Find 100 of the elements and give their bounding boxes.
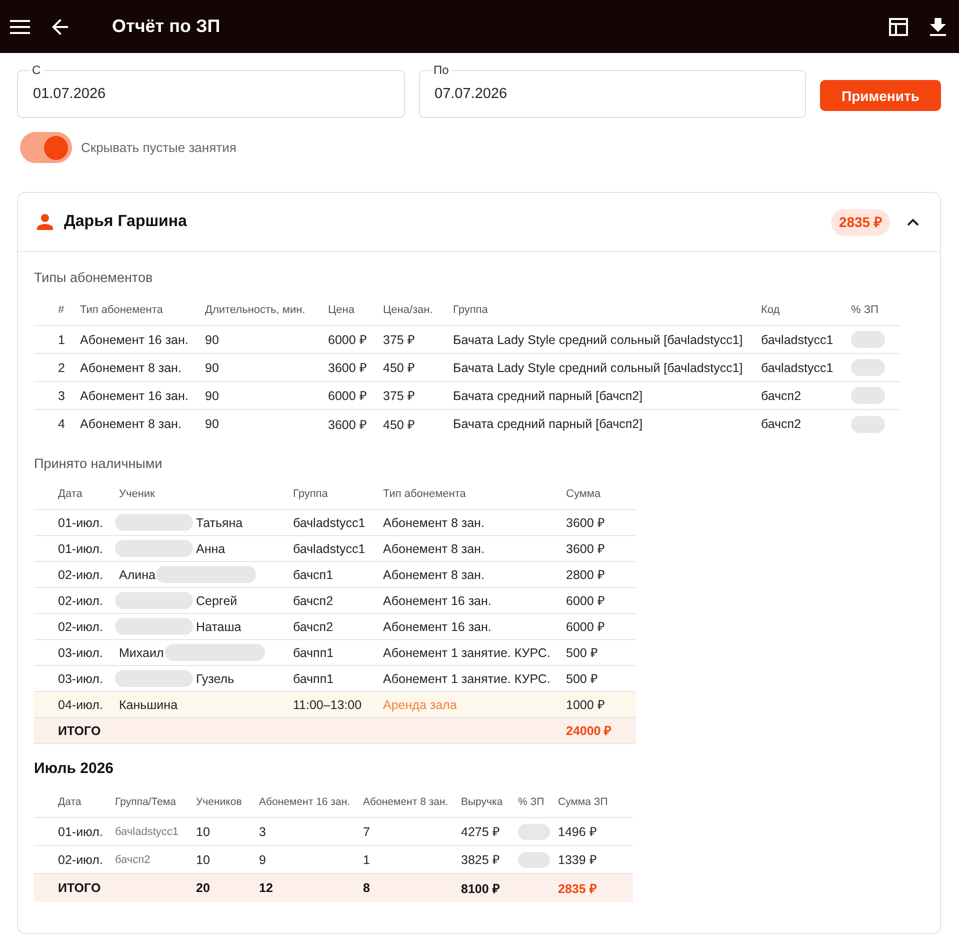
table-cell-text: бачсп2: [760, 388, 802, 404]
table-cell-text: Абонемент 8 зан.: [382, 566, 486, 584]
table-cell-text: 8100 ₽: [460, 880, 500, 898]
column-header: Выручка: [460, 796, 504, 808]
toggle-switch[interactable]: [20, 132, 72, 163]
student-name: Татьяна: [196, 516, 243, 530]
table-cell-text: 2835 ₽: [557, 880, 598, 898]
table-cell-text: 11:00–13:00: [292, 696, 363, 714]
table-cell-text: Абонемент 16 зан.: [382, 618, 492, 636]
smudge-icon: [156, 566, 256, 583]
table-cell-text: 01-июл.: [57, 540, 104, 558]
table-cell-text: 20: [195, 880, 211, 897]
back-arrow-icon[interactable]: [52, 18, 68, 34]
table-cell-text: 01-июл.: [57, 514, 104, 532]
table-cell-text: бачсп2: [114, 852, 152, 868]
table-cell-text: 04-июл.: [57, 696, 104, 714]
student-name: Алина: [119, 568, 156, 582]
table-cell-text: 03-июл.: [57, 644, 104, 662]
column-header: Учеников: [195, 796, 243, 808]
column-header: Абонемент 8 зан.: [362, 796, 450, 808]
download-icon[interactable]: [930, 18, 946, 36]
table-cell-text: Абонемент 8 зан.: [382, 514, 486, 532]
table-cell-text: Абонемент 8 зан.: [79, 416, 182, 433]
page-title: Отчёт по ЗП: [112, 16, 220, 37]
date-input[interactable]: 07.07.2026: [434, 77, 790, 111]
table-cell-text: 90: [204, 360, 220, 376]
table-cell-text: 9: [258, 852, 267, 868]
student-name: Гузель: [196, 672, 234, 686]
table-cell-text: бачladstycc1: [292, 514, 366, 532]
table-cell-text: бачсп2: [760, 416, 802, 433]
table-cell-text: Аренда зала: [382, 696, 458, 714]
table-cell-text: 6000 ₽: [327, 388, 368, 405]
smudge-icon: [115, 514, 193, 531]
table-cell-text: 02-июл.: [57, 566, 104, 584]
table-cell-text: 10: [195, 852, 211, 868]
section-title: Принято наличными: [34, 456, 164, 472]
table-cell-text: 6000 ₽: [565, 619, 606, 636]
student-name: Анна: [196, 542, 226, 556]
table-cell-text: 450 ₽: [382, 360, 416, 377]
employee-name: Дарья Гаршина: [64, 213, 187, 231]
field-label: По: [432, 63, 450, 77]
column-header: Тип абонемента: [382, 488, 467, 500]
table-cell-text: 2: [57, 360, 66, 376]
column-header: Группа: [292, 488, 329, 500]
table-cell-text: 1496 ₽: [557, 824, 598, 841]
section-title: Июль 2026: [34, 760, 115, 778]
table-cell-text: 375 ₽: [382, 332, 416, 349]
table-cell-text: 10: [195, 824, 211, 840]
column-header: Ученик: [118, 488, 156, 500]
column-header: Дата: [57, 796, 82, 808]
menu-icon[interactable]: [10, 20, 30, 34]
total-badge: 2835 ₽: [830, 208, 890, 236]
table-cell-text: 3600 ₽: [327, 360, 368, 377]
column-header: Сумма: [565, 488, 602, 500]
toggle-label: Скрывать пустые занятия: [81, 140, 236, 155]
student-name: Наташа: [196, 620, 242, 634]
date-field[interactable]: По 07.07.2026: [418, 63, 806, 118]
table-cell-text: 1: [362, 852, 371, 868]
table-cell-text: 375 ₽: [382, 388, 416, 405]
table-cell-text: Бачата средний парный [бачсп2]: [452, 416, 644, 433]
table-cell-text: Абонемент 8 зан.: [382, 540, 486, 558]
table-cell-text: 2800 ₽: [565, 567, 606, 584]
table-cell-text: бачladstycc1: [114, 824, 180, 840]
table-cell-text: Абонемент 16 зан.: [79, 332, 190, 348]
table-cell-text: 3: [258, 824, 267, 840]
column-header: % ЗП: [517, 796, 546, 808]
table-cell-text: 4275 ₽: [460, 824, 500, 841]
table-cell-text: 90: [204, 332, 220, 348]
table-cell-text: Абонемент 1 занятие. КУРС.: [382, 644, 552, 662]
table-cell-text: 4: [57, 416, 66, 433]
smudge-icon: [164, 644, 265, 661]
table-cell-text: Бачата средний парный [бачсп2]: [452, 388, 644, 405]
table-cell-text: бачladstycc1: [292, 540, 366, 558]
section-title: Типы абонементов: [34, 270, 154, 286]
table-cell-text: 3600 ₽: [327, 416, 368, 434]
table-cell-text: Абонемент 16 зан.: [382, 592, 492, 610]
table-cell-text: Абонемент 8 зан.: [79, 360, 182, 376]
table-cell-text: ИТОГО: [57, 880, 102, 897]
apply-button[interactable]: Применить: [820, 80, 941, 111]
table-cell-text: бачпп1: [292, 644, 335, 662]
date-field[interactable]: С 01.07.2026: [17, 63, 404, 118]
table-cell-text: 12: [258, 880, 274, 897]
table-cell-text: 3: [57, 388, 66, 404]
table-cell-text: 1339 ₽: [557, 852, 598, 869]
table-cell-text: Бачата Lady Style средний сольный [бачladstycc1]: [452, 332, 744, 349]
table-cell-text: Абонемент 16 зан.: [79, 388, 190, 404]
student-name: Сергей: [196, 594, 238, 608]
table-cell-text: бачпп1: [292, 670, 335, 688]
person-icon: [37, 214, 53, 230]
smudge-icon: [115, 618, 193, 635]
table-cell-text: 02-июл.: [57, 852, 104, 868]
table-cell-text: бачсп1: [292, 566, 334, 584]
table-cell-text: 3825 ₽: [460, 852, 500, 869]
date-input[interactable]: 01.07.2026: [33, 77, 388, 111]
table-icon[interactable]: [889, 18, 908, 36]
table-cell-text: 500 ₽: [565, 645, 598, 662]
chevron-up-icon[interactable]: [907, 218, 919, 226]
smudge-icon: [115, 540, 193, 557]
column-header: Абонемент 16 зан.: [258, 796, 352, 808]
column-header: Цена/зан.: [382, 304, 434, 316]
